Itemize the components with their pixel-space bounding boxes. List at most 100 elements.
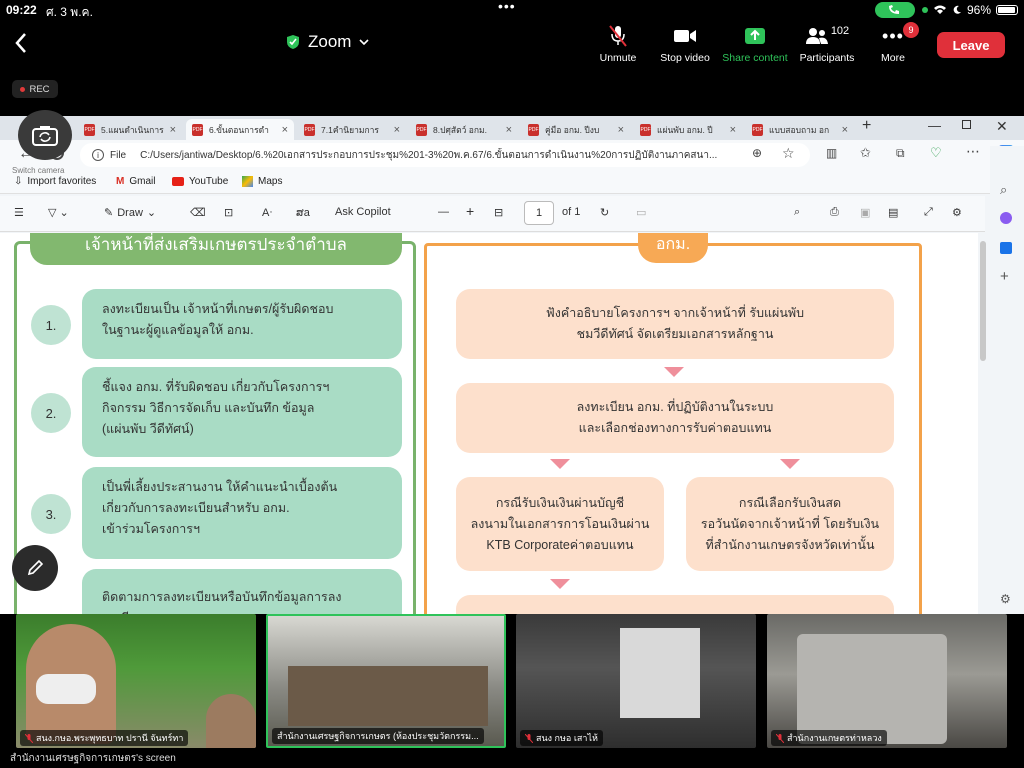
participant-tile[interactable]: สนง กษอ เสาไห้ <box>516 614 756 748</box>
sidebar-search-icon[interactable]: ⌕ <box>1000 182 1007 198</box>
edge-sidebar: ⌕ + ⚙ <box>990 146 1024 614</box>
youtube-link[interactable]: YouTube <box>172 176 228 187</box>
step-line: ในฐานะผู้ดูแลข้อมูลให้ อกม. <box>102 323 254 337</box>
fav-label: Gmail <box>129 176 156 187</box>
more-button[interactable]: ••• 9 More <box>858 22 928 64</box>
annotate-button[interactable] <box>12 545 58 591</box>
close-icon[interactable]: × <box>394 124 400 136</box>
active-call-pill[interactable] <box>875 2 915 18</box>
close-icon[interactable]: × <box>506 124 512 136</box>
close-icon[interactable]: × <box>282 124 288 136</box>
url-field[interactable]: i File C:/Users/jantiwa/Desktop/6.%20เอก… <box>80 143 810 167</box>
tab-6-active[interactable]: PDF 6.ขั้นตอนการดำ × <box>186 119 294 140</box>
participant-tile[interactable]: สำนักงานเกษตรท่าหลวง <box>767 614 1007 748</box>
step-line: เกี่ยวกับการลงทะเบียนสำหรับ อกม. <box>102 501 290 515</box>
minimize-icon[interactable]: — <box>928 118 941 133</box>
unmute-button[interactable]: Unmute <box>583 24 653 64</box>
url-prefix: File <box>110 149 127 161</box>
pdf-file-icon: PDF <box>752 123 763 136</box>
tab-manual[interactable]: PDF คู่มือ อกม. ปีงบ × <box>522 119 630 140</box>
volunteer-heading: อกม. <box>638 233 708 263</box>
maps-link[interactable]: Maps <box>242 176 282 187</box>
text-box-icon[interactable]: ⊡ <box>224 206 233 219</box>
translate-icon[interactable]: ສa <box>296 206 310 219</box>
draw-button[interactable]: ✎ Draw ⌄ <box>104 206 156 220</box>
ask-copilot-button[interactable]: Ask Copilot <box>335 206 391 218</box>
zoom-out-icon[interactable]: — <box>438 206 449 218</box>
stop-video-button[interactable]: Stop video <box>650 24 720 64</box>
page-number-input[interactable]: 1 <box>524 201 554 225</box>
pencil-icon <box>27 559 44 576</box>
flow-line: และเลือกช่องทางการรับค่าตอบแทน <box>578 421 772 435</box>
zoom-top-bar: Zoom Unmute Stop video Share content 102… <box>0 20 1024 70</box>
outlook-icon[interactable] <box>1000 242 1012 254</box>
favorites-icon[interactable]: ✩ <box>860 145 871 161</box>
tab-brochure[interactable]: PDF แผ่นพับ อกม. ปี × <box>634 119 742 140</box>
tab-7[interactable]: PDF 7.1คำนิยามการ × <box>298 119 406 140</box>
read-aloud-icon[interactable]: Aᐧ <box>262 206 272 219</box>
rotate-icon[interactable]: ↻ <box>600 206 609 219</box>
fit-page-icon[interactable]: ⊟ <box>494 206 503 219</box>
tab-5[interactable]: PDF 5.แผนดำเนินการ × <box>78 119 182 140</box>
pdf-settings-icon[interactable]: ⚙ <box>952 206 962 219</box>
tab-8[interactable]: PDF 8.ปศุสัตว์ อกม. × <box>410 119 518 140</box>
sidebar-copilot-icon[interactable] <box>1000 212 1012 224</box>
participant-tile-active[interactable]: สำนักงานเศรษฐกิจการเกษตร (ห้องประชุมวัตก… <box>266 614 506 748</box>
scrollbar-thumb[interactable] <box>980 241 986 361</box>
close-icon[interactable]: × <box>618 124 624 136</box>
more-label: More <box>881 52 905 64</box>
new-tab-icon[interactable]: + <box>862 117 871 135</box>
multitask-dots-icon[interactable]: ••• <box>498 0 516 14</box>
page-view-icon[interactable]: ▭ <box>636 206 646 219</box>
info-icon: i <box>92 149 104 161</box>
settings-more-icon[interactable]: ⋯ <box>966 143 980 160</box>
import-favorites-link[interactable]: ⇩ Import favorites <box>14 176 96 187</box>
split-screen-icon[interactable]: ▥ <box>826 146 837 160</box>
flow-arrow <box>550 579 570 589</box>
save-as-icon[interactable]: ▤ <box>888 206 898 219</box>
print-icon[interactable]: ⎙ <box>830 206 839 219</box>
share-content-button[interactable]: Share content <box>720 24 790 64</box>
highlight-icon[interactable]: ▽ ⌄ <box>48 206 69 219</box>
back-chevron-icon[interactable] <box>14 32 28 54</box>
pdf-toolbar: ☰ ▽ ⌄ ✎ Draw ⌄ ⌫ ⊡ Aᐧ ສa Ask Copilot — + … <box>0 196 985 232</box>
participant-name-tag: สำนักงานเกษตรท่าหลวง <box>771 730 887 746</box>
participants-button[interactable]: 102 Participants <box>792 24 862 64</box>
favorite-star-icon[interactable]: ☆ <box>782 145 795 162</box>
flow-line: ที่สำนักงานเกษตรจังหวัดเท่านั้น <box>705 537 875 552</box>
sidebar-add-icon[interactable]: + <box>1000 268 1009 285</box>
close-icon[interactable]: × <box>730 124 736 136</box>
participants-label: Participants <box>799 52 855 64</box>
window-close-icon[interactable]: ✕ <box>996 118 1008 135</box>
step-line: เป็นพี่เลี้ยงประสานงาน ให้คำแนะนำเบื้องต… <box>102 480 338 494</box>
zoom-in-icon[interactable]: + <box>466 203 474 219</box>
sidebar-settings-icon[interactable]: ⚙ <box>1000 592 1011 606</box>
save-icon[interactable]: ▣ <box>860 206 870 219</box>
meeting-title[interactable]: Zoom <box>286 32 370 52</box>
tab-label: 7.1คำนิยามการ <box>321 124 379 135</box>
participant-tile[interactable]: สนง.กษอ.พระพุทธบาท ปรานี จันทร์ทา <box>16 614 256 748</box>
participants-count: 102 <box>830 25 850 37</box>
wifi-icon <box>934 5 946 14</box>
collections-icon[interactable]: ⧉ <box>896 146 905 161</box>
pdf-file-icon: PDF <box>640 123 651 136</box>
fullscreen-icon[interactable]: ⤢ <box>924 206 933 219</box>
rec-indicator: REC <box>12 80 58 98</box>
zoom-icon[interactable]: ⊕ <box>752 146 762 160</box>
restore-icon[interactable] <box>962 120 971 129</box>
flow-step-bank-transfer: กรณีรับเงินเงินผ่านบัญชี ลงนามในเอกสารกา… <box>456 477 664 571</box>
favorites-bar: ⇩ Import favorites M Gmail YouTube Maps <box>0 170 1024 194</box>
officer-step-1: ลงทะเบียนเป็น เจ้าหน้าที่เกษตร/ผู้รับผิด… <box>82 289 402 359</box>
erase-icon[interactable]: ⌫ <box>190 206 206 219</box>
close-icon[interactable]: × <box>842 124 848 136</box>
browser-essentials-icon[interactable]: ♡ <box>930 145 942 161</box>
participant-face <box>206 694 256 748</box>
close-icon[interactable]: × <box>170 124 176 136</box>
fav-label: YouTube <box>189 176 229 187</box>
tab-survey[interactable]: PDF แบบสอบถาม อก × <box>746 119 854 140</box>
gmail-link[interactable]: M Gmail <box>116 176 155 187</box>
switch-camera-button[interactable] <box>18 110 72 160</box>
search-icon[interactable]: ⌕ <box>794 206 800 219</box>
contents-icon[interactable]: ☰ <box>14 206 24 219</box>
leave-button[interactable]: Leave <box>937 32 1005 58</box>
